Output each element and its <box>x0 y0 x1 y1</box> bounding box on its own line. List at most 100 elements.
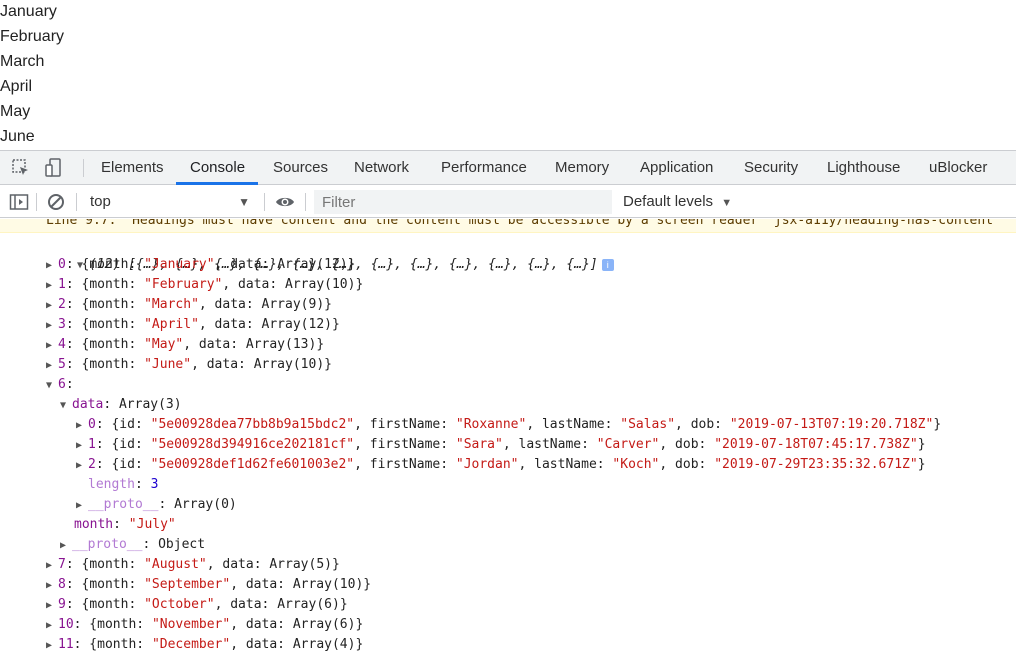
eye-icon[interactable] <box>275 192 295 212</box>
inspect-element-icon[interactable] <box>11 158 31 178</box>
entry-id: "5e00928d394916ce202181cf" <box>150 437 355 452</box>
sidebar-toggle-icon[interactable] <box>9 192 29 212</box>
page-content: January February March April May June <box>0 0 1016 150</box>
entry-dob: "2019-07-13T07:19:20.718Z" <box>729 417 934 432</box>
tab-memory[interactable]: Memory <box>555 151 609 185</box>
collapsed-triangle-icon: ▶ <box>46 360 53 371</box>
tab-security[interactable]: Security <box>744 151 798 185</box>
item-month: "February" <box>144 277 223 292</box>
collapsed-triangle-icon: ▶ <box>46 600 53 611</box>
tab-performance[interactable]: Performance <box>441 151 527 185</box>
info-icon[interactable]: i <box>601 258 614 271</box>
console-item-row[interactable]: ▶ 5: {month: "June", data: Array(10)} <box>46 355 332 375</box>
tab-ublocker[interactable]: uBlocker <box>929 151 987 185</box>
collapsed-triangle-icon: ▶ <box>46 340 53 351</box>
month-heading: April <box>0 78 33 95</box>
collapsed-triangle-icon: ▶ <box>46 620 53 631</box>
item-index: 2 <box>58 297 66 312</box>
item-data: Array(13) <box>245 337 317 352</box>
collapsed-triangle-icon: ▶ <box>46 640 53 651</box>
warning-message: Line 9:7: Headings must have content and… <box>0 219 1016 233</box>
data-array-label: Array(3) <box>118 397 182 412</box>
array-summary-row[interactable]: ▼ (12) [{…}, {…}, {…}, {…}, {…}, {…}, {…}… <box>30 235 614 272</box>
item-month: "March" <box>144 297 199 312</box>
console-toolbar: top ▼ Default levels ▼ <box>0 186 1016 218</box>
collapsed-triangle-icon: ▶ <box>60 540 67 551</box>
device-toolbar-icon[interactable] <box>44 158 64 178</box>
console-item-row[interactable]: ▶ 0: {month: "January", data: Array(12)} <box>46 255 355 275</box>
length-row: length: 3 <box>88 477 159 492</box>
toolbar-divider <box>264 193 265 211</box>
console-item-row[interactable]: ▶ 1: {month: "February", data: Array(10)} <box>46 275 363 295</box>
item-data: Array(12) <box>277 257 348 272</box>
devtools-panel: Elements Console Sources Network Perform… <box>0 150 1016 656</box>
clear-console-icon[interactable] <box>46 192 66 212</box>
log-levels-dropdown[interactable]: Default levels ▼ <box>623 186 732 218</box>
item-index: 0 <box>58 257 66 272</box>
entry-index: 2 <box>88 457 96 472</box>
item-data: Array(6) <box>277 597 340 612</box>
collapsed-triangle-icon: ▶ <box>46 320 53 331</box>
item-data: Array(10) <box>292 577 364 592</box>
collapsed-triangle-icon: ▶ <box>76 420 83 431</box>
month-heading: June <box>0 128 35 145</box>
collapsed-triangle-icon: ▶ <box>46 560 53 571</box>
item-data: Array(4) <box>292 637 356 652</box>
entry-dob: "2019-07-18T07:45:17.738Z" <box>714 437 918 452</box>
console-item-row[interactable]: ▶ 4: {month: "May", data: Array(13)} <box>46 335 324 355</box>
month-heading: May <box>0 103 31 120</box>
console-item-row[interactable]: ▶ 3: {month: "April", data: Array(12)} <box>46 315 340 335</box>
warning-text: Line 9:7: Headings must have content and… <box>46 219 994 228</box>
item-index: 10 <box>58 617 74 632</box>
tab-elements[interactable]: Elements <box>101 151 164 185</box>
devtools-tab-bar: Elements Console Sources Network Perform… <box>0 151 1016 185</box>
data-array-row[interactable]: ▼ data: Array(3) <box>60 395 182 415</box>
entry-id: "5e00928dea77bb8b9a15bdc2" <box>150 417 355 432</box>
console-output: Line 9:7: Headings must have content and… <box>0 219 1016 656</box>
context-selector[interactable]: top ▼ <box>84 190 256 214</box>
person-row[interactable]: ▶ 0: {id: "5e00928dea77bb8b9a15bdc2", fir… <box>76 415 941 435</box>
item-month: "August" <box>144 557 207 572</box>
collapsed-triangle-icon: ▶ <box>46 260 53 271</box>
item-index: 7 <box>58 557 66 572</box>
item-data: Array(10) <box>285 277 356 292</box>
tab-sources[interactable]: Sources <box>273 151 328 185</box>
console-item-row[interactable]: ▶ 10: {month: "November", data: Array(6)} <box>46 615 363 635</box>
item-index: 11 <box>58 637 74 652</box>
toolbar-divider <box>305 193 306 211</box>
tab-console[interactable]: Console <box>190 151 245 185</box>
console-item-row[interactable]: ▶ 7: {month: "August", data: Array(5)} <box>46 555 340 575</box>
expanded-triangle-icon: ▼ <box>46 380 53 391</box>
console-item-row[interactable]: ▶ 9: {month: "October", data: Array(6)} <box>46 595 348 615</box>
collapsed-triangle-icon: ▶ <box>76 460 83 471</box>
log-levels-label: Default levels <box>623 193 714 210</box>
proto-object-row[interactable]: ▶ __proto__: Object <box>60 535 205 555</box>
entry-id: "5e00928def1d62fe601003e2" <box>150 457 355 472</box>
active-tab-indicator <box>176 182 258 185</box>
expanded-item-row[interactable]: ▼ 6: <box>46 375 74 395</box>
month-heading: January <box>0 3 57 20</box>
item-index: 8 <box>58 577 66 592</box>
entry-first-name: "Sara" <box>455 437 503 452</box>
filter-input[interactable] <box>314 190 612 214</box>
person-row[interactable]: ▶ 1: {id: "5e00928d394916ce202181cf", fir… <box>76 435 926 455</box>
dropdown-arrow-icon: ▼ <box>238 195 250 209</box>
person-row[interactable]: ▶ 2: {id: "5e00928def1d62fe601003e2", fir… <box>76 455 926 475</box>
item-data: Array(6) <box>292 617 356 632</box>
collapsed-triangle-icon: ▶ <box>76 440 83 451</box>
month-heading: February <box>0 28 65 45</box>
collapsed-triangle-icon: ▶ <box>46 580 53 591</box>
item-data: Array(12) <box>261 317 332 332</box>
proto-array-row[interactable]: ▶ __proto__: Array(0) <box>76 495 237 515</box>
item-month: "November" <box>151 617 231 632</box>
tab-network[interactable]: Network <box>354 151 409 185</box>
console-item-row[interactable]: ▶ 2: {month: "March", data: Array(9)} <box>46 295 332 315</box>
console-item-row[interactable]: ▶ 11: {month: "December", data: Array(4)} <box>46 635 363 655</box>
context-value: top <box>90 193 111 210</box>
item-index: 3 <box>58 317 66 332</box>
item-month: "September" <box>144 577 231 592</box>
tab-application[interactable]: Application <box>640 151 713 185</box>
tab-lighthouse[interactable]: Lighthouse <box>827 151 900 185</box>
item-month: "December" <box>151 637 231 652</box>
console-item-row[interactable]: ▶ 8: {month: "September", data: Array(10)… <box>46 575 371 595</box>
